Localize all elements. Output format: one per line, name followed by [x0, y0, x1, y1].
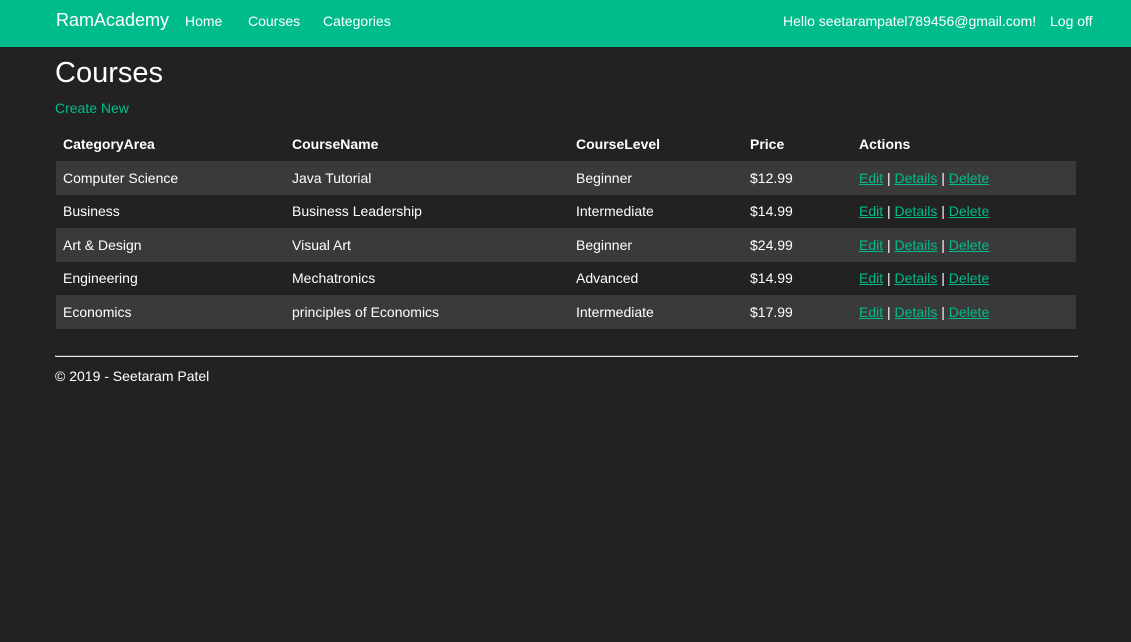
- cell-course-level: Beginner: [576, 236, 633, 253]
- page-title: Courses: [55, 57, 163, 89]
- action-separator: |: [887, 303, 891, 320]
- action-separator: |: [887, 203, 891, 220]
- delete-link[interactable]: Delete: [949, 170, 989, 186]
- cell-price: $12.99: [750, 169, 793, 186]
- cell-price: $14.99: [750, 203, 793, 220]
- delete-link[interactable]: Delete: [949, 270, 989, 286]
- header-course-level: CourseLevel: [576, 136, 661, 152]
- table-row: Computer Science Java Tutorial Beginner …: [56, 161, 1076, 195]
- action-separator: |: [941, 270, 945, 287]
- details-link[interactable]: Details: [895, 203, 938, 219]
- brand-link[interactable]: RamAcademy: [56, 10, 169, 31]
- edit-link[interactable]: Edit: [859, 170, 883, 186]
- cell-course-level: Intermediate: [576, 303, 654, 320]
- courses-table: CategoryArea CourseName CourseLevel Pric…: [56, 127, 1076, 329]
- cell-category: Art & Design: [63, 236, 142, 253]
- cell-category: Computer Science: [63, 169, 179, 186]
- cell-course-name: Visual Art: [292, 236, 351, 253]
- cell-course-name: Mechatronics: [292, 270, 376, 287]
- cell-actions: Edit | Details | Delete: [852, 228, 1076, 262]
- header-category-area: CategoryArea: [63, 136, 155, 152]
- cell-course-name: principles of Economics: [292, 303, 440, 320]
- action-separator: |: [941, 203, 945, 220]
- edit-link[interactable]: Edit: [859, 237, 883, 253]
- cell-actions: Edit | Details | Delete: [852, 262, 1076, 296]
- action-separator: |: [887, 169, 891, 186]
- cell-price: $24.99: [750, 236, 793, 253]
- details-link[interactable]: Details: [895, 304, 938, 320]
- logoff-link[interactable]: Log off: [1050, 13, 1093, 29]
- action-separator: |: [887, 236, 891, 253]
- details-link[interactable]: Details: [895, 270, 938, 286]
- user-greeting-link[interactable]: Hello seetarampatel789456@gmail.com!: [783, 13, 1036, 29]
- table-header-row: CategoryArea CourseName CourseLevel Pric…: [56, 127, 1076, 161]
- cell-category: Engineering: [63, 270, 138, 287]
- delete-link[interactable]: Delete: [949, 237, 989, 253]
- footer-copyright: © 2019 - Seetaram Patel: [55, 368, 210, 384]
- cell-course-level: Advanced: [576, 270, 639, 287]
- cell-actions: Edit | Details | Delete: [852, 295, 1076, 329]
- cell-category: Economics: [63, 303, 132, 320]
- cell-course-level: Beginner: [576, 169, 633, 186]
- table-row: Economics principles of Economics Interm…: [56, 295, 1076, 329]
- action-separator: |: [941, 236, 945, 253]
- header-actions: Actions: [859, 136, 911, 152]
- cell-actions: Edit | Details | Delete: [852, 161, 1076, 195]
- table-row: Engineering Mechatronics Advanced $14.99…: [56, 261, 1076, 296]
- cell-price: $14.99: [750, 270, 793, 287]
- nav-courses-link[interactable]: Courses: [248, 13, 300, 29]
- header-price: Price: [750, 136, 785, 152]
- delete-link[interactable]: Delete: [949, 304, 989, 320]
- cell-category: Business: [63, 203, 120, 220]
- cell-actions: Edit | Details | Delete: [852, 195, 1076, 229]
- action-separator: |: [941, 303, 945, 320]
- cell-course-name: Java Tutorial: [292, 169, 372, 186]
- create-new-link[interactable]: Create New: [55, 100, 129, 116]
- table-row: Business Business Leadership Intermediat…: [56, 194, 1076, 229]
- details-link[interactable]: Details: [895, 170, 938, 186]
- header-course-name: CourseName: [292, 136, 379, 152]
- edit-link[interactable]: Edit: [859, 304, 883, 320]
- action-separator: |: [887, 270, 891, 287]
- action-separator: |: [941, 169, 945, 186]
- nav-categories-link[interactable]: Categories: [323, 13, 391, 29]
- edit-link[interactable]: Edit: [859, 203, 883, 219]
- cell-course-name: Business Leadership: [292, 203, 422, 220]
- cell-price: $17.99: [750, 303, 793, 320]
- footer-divider: [55, 355, 1078, 357]
- table-row: Art & Design Visual Art Beginner $24.99 …: [56, 228, 1076, 262]
- details-link[interactable]: Details: [895, 237, 938, 253]
- delete-link[interactable]: Delete: [949, 203, 989, 219]
- cell-course-level: Intermediate: [576, 203, 654, 220]
- nav-home-link[interactable]: Home: [185, 13, 222, 29]
- edit-link[interactable]: Edit: [859, 270, 883, 286]
- top-navbar: RamAcademy Home Courses Categories Hello…: [0, 0, 1131, 47]
